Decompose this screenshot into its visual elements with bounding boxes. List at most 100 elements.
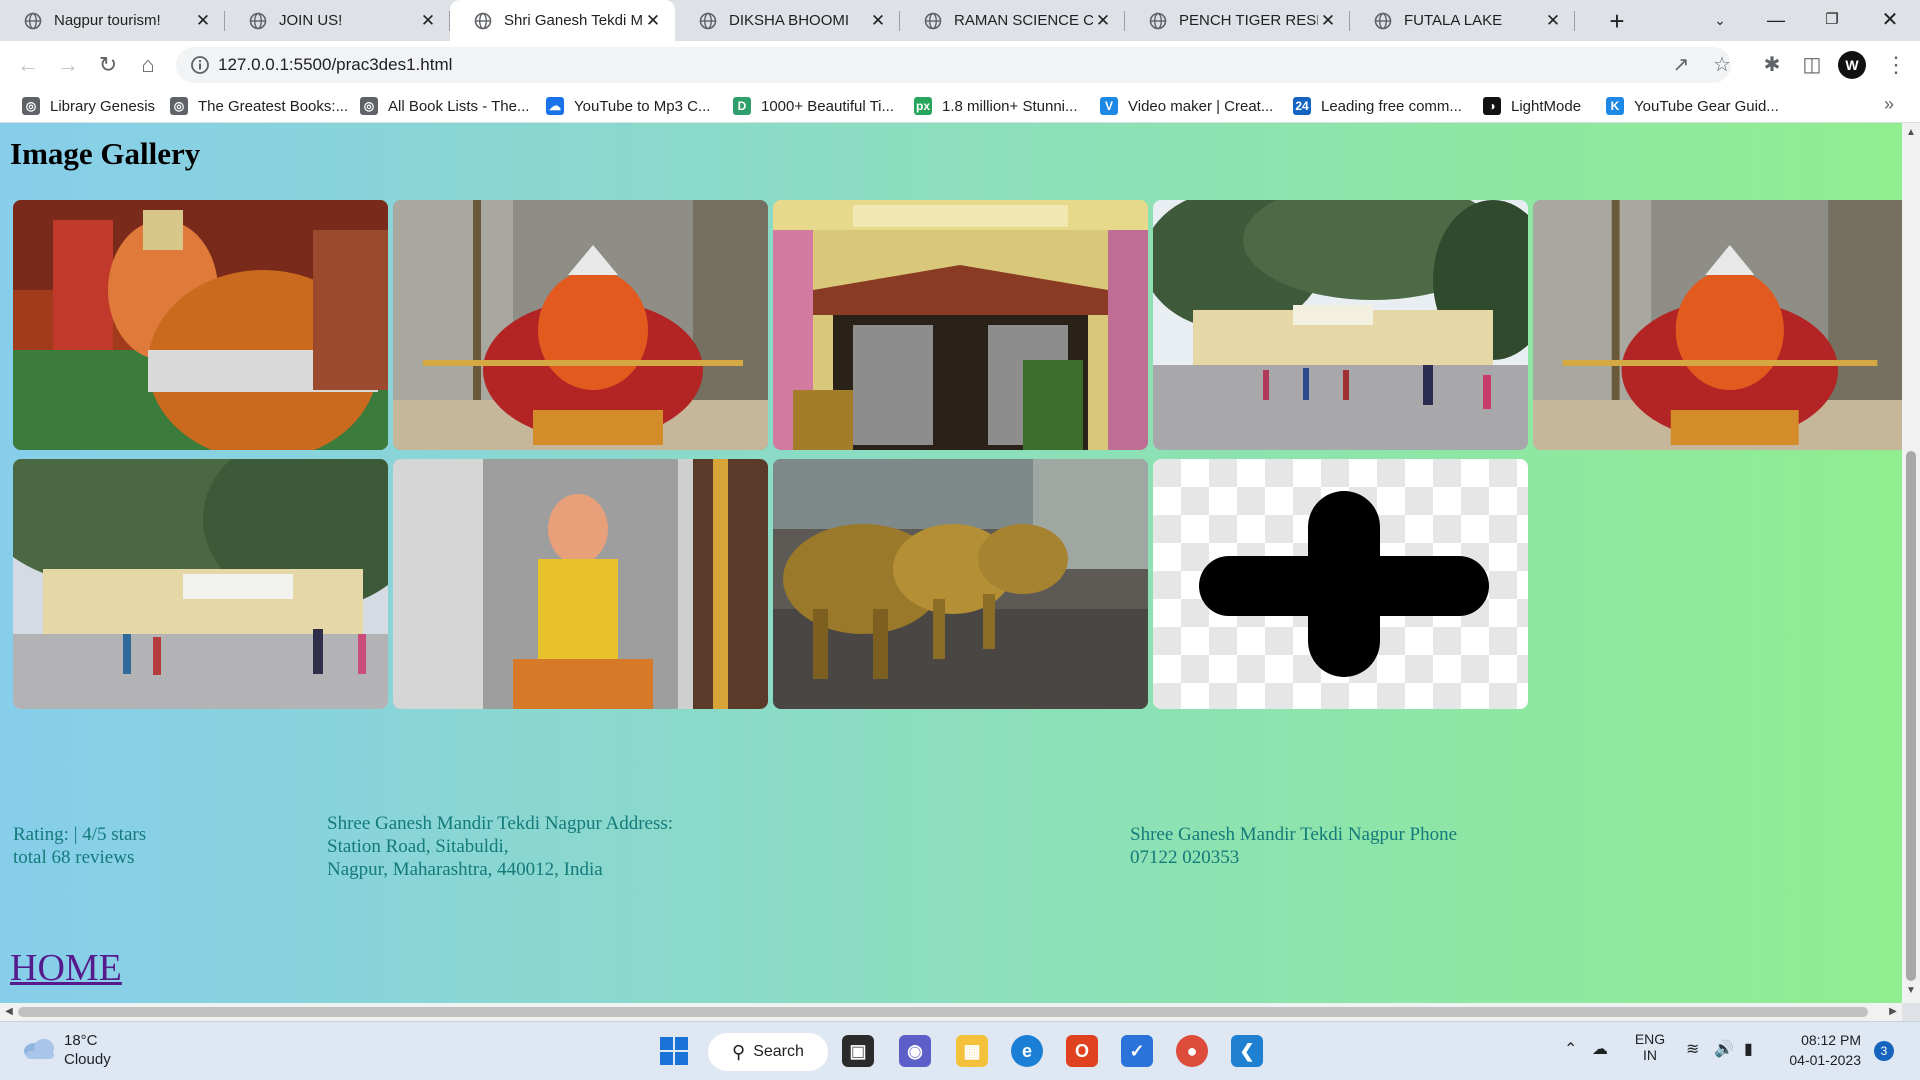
vertical-scrollbar[interactable]: ▲ ▼ (1902, 123, 1920, 1003)
tab-search-chevron-icon[interactable]: ⌄ (1692, 0, 1748, 41)
vertical-scroll-thumb[interactable] (1906, 451, 1916, 981)
tab-item[interactable]: JOIN US! ✕ (225, 0, 450, 41)
clock-date[interactable]: 04-01-2023 (1771, 1052, 1861, 1068)
weather-condition[interactable]: Cloudy (64, 1051, 111, 1068)
wifi-icon[interactable]: ≋ (1686, 1039, 1699, 1059)
office-icon[interactable]: O (1066, 1035, 1098, 1067)
bookmark-item[interactable]: V Video maker | Creat... (1100, 95, 1273, 117)
restore-button[interactable]: ❐ (1804, 0, 1860, 41)
bookmark-item[interactable]: ◎ Library Genesis (22, 95, 155, 117)
browser-toolbar: ← → ↻ ⌂ 127.0.0.1:5500/prac3des1.html ↗ … (0, 41, 1920, 89)
scroll-right-arrow-icon[interactable]: ▶ (1884, 1006, 1902, 1017)
tab-title: JOIN US! (279, 12, 343, 29)
globe-icon (1149, 12, 1167, 29)
volume-icon[interactable]: 🔊 (1714, 1039, 1734, 1059)
close-tab-icon[interactable]: ✕ (868, 11, 888, 31)
close-tab-icon[interactable]: ✕ (1093, 11, 1113, 31)
bookmark-item[interactable]: ☁ YouTube to Mp3 C... (546, 95, 710, 117)
scroll-left-arrow-icon[interactable]: ◀ (0, 1006, 18, 1017)
scroll-down-arrow-icon[interactable]: ▼ (1902, 985, 1920, 996)
bookmark-item[interactable]: ◎ The Greatest Books:... (170, 95, 348, 117)
close-tab-icon[interactable]: ✕ (643, 11, 663, 31)
horizontal-scroll-thumb[interactable] (18, 1007, 1868, 1017)
extensions-icon[interactable]: ✱ (1756, 49, 1788, 81)
gallery-image-add-image-placeholder[interactable] (1153, 459, 1528, 709)
teams-chat-icon[interactable]: ◉ (899, 1035, 931, 1067)
globe-icon: ◎ (22, 97, 40, 115)
onedrive-cloud-icon[interactable]: ☁ (1592, 1039, 1608, 1059)
language-indicator[interactable]: ENG IN (1632, 1031, 1668, 1063)
horizontal-scrollbar[interactable]: ◀ ▶ (0, 1003, 1902, 1021)
gallery-image-ganesh-idol-crowned[interactable] (393, 200, 768, 450)
forward-button[interactable]: → (52, 49, 84, 81)
d-logo-icon: D (733, 97, 751, 115)
new-tab-button[interactable]: + (1600, 4, 1634, 38)
site-info-icon[interactable] (190, 55, 210, 75)
address-bar[interactable]: 127.0.0.1:5500/prac3des1.html (176, 47, 1731, 83)
gallery-image-temple-courtyard[interactable] (1153, 200, 1528, 450)
tab-item[interactable]: PENCH TIGER RESERV✕ (1125, 0, 1350, 41)
close-window-button[interactable]: ✕ (1862, 0, 1918, 41)
gallery-image-temple-entrance[interactable] (773, 200, 1148, 450)
close-tab-icon[interactable]: ✕ (1318, 11, 1338, 31)
back-button[interactable]: ← (12, 49, 44, 81)
chrome-browser-icon[interactable]: ● (1176, 1035, 1208, 1067)
weather-temp[interactable]: 18°C (64, 1032, 98, 1049)
profile-avatar[interactable]: W (1838, 51, 1866, 79)
task-view-icon[interactable]: ▣ (842, 1035, 874, 1067)
home-link[interactable]: HOME (10, 946, 122, 990)
file-explorer-icon[interactable]: ▦ (956, 1035, 988, 1067)
bookmark-item[interactable]: ◑ LightMode (1483, 95, 1581, 117)
home-icon[interactable]: ⌂ (132, 49, 164, 81)
bookmarks-bar: ◎ Library Genesis ◎ The Greatest Books:... ◎… (0, 89, 1920, 123)
url-text[interactable]: 127.0.0.1:5500/prac3des1.html (218, 55, 452, 75)
scroll-up-arrow-icon[interactable]: ▲ (1902, 127, 1920, 138)
edge-browser-icon[interactable]: e (1011, 1035, 1043, 1067)
gallery-image-temple-courtyard-2[interactable] (13, 459, 388, 709)
phone-heading: Shree Ganesh Mandir Tekdi Nagpur Phone (1130, 824, 1458, 845)
bookmark-item[interactable]: ◎ All Book Lists - The... (360, 95, 529, 117)
minimize-button[interactable]: — (1748, 0, 1804, 41)
close-tab-icon[interactable]: ✕ (193, 11, 213, 31)
tab-strip: Nagpur tourism! ✕ JOIN US! ✕ Shri Ganesh Tek… (0, 0, 1920, 41)
cloud-icon[interactable] (22, 1036, 56, 1060)
tab-item[interactable]: Shri Ganesh Tekdi Ma ✕ (450, 0, 675, 41)
gallery-image-brass-elephants[interactable] (773, 459, 1148, 709)
gallery-image-ganesh-idol-pot[interactable] (13, 200, 388, 450)
windows-start-icon[interactable] (660, 1037, 688, 1065)
close-tab-icon[interactable]: ✕ (418, 11, 438, 31)
menu-icon[interactable]: ⋮ (1880, 49, 1912, 81)
bookmarks-overflow-icon[interactable]: » (1884, 94, 1894, 115)
reload-button[interactable]: ↻ (92, 49, 124, 81)
battery-icon[interactable]: ▮ (1744, 1039, 1753, 1059)
rating-text: Rating: | 4/5 stars (13, 824, 147, 845)
bookmark-label: LightMode (1511, 97, 1582, 115)
todo-check-icon[interactable]: ✓ (1121, 1035, 1153, 1067)
globe-icon (1374, 12, 1392, 29)
tab-title: RAMAN SCIENCE CEN (954, 12, 1093, 29)
globe-icon: ◎ (360, 97, 378, 115)
gallery-image-ganesh-idol-crowned-2[interactable] (1533, 200, 1902, 450)
vscode-icon[interactable]: ❮ (1231, 1035, 1263, 1067)
bookmark-star-icon[interactable]: ☆ (1706, 49, 1738, 81)
clock-time[interactable]: 08:12 PM (1771, 1032, 1861, 1048)
tab-item[interactable]: DIKSHA BHOOMI ✕ (675, 0, 900, 41)
bookmark-item[interactable]: D 1000+ Beautiful Ti... (733, 95, 894, 117)
tab-item[interactable]: Nagpur tourism! ✕ (0, 0, 225, 41)
tab-item[interactable]: RAMAN SCIENCE CEN✕ (900, 0, 1125, 41)
tray-overflow-chevron-icon[interactable]: ⌃ (1564, 1039, 1577, 1059)
tab-title: DIKSHA BHOOMI (729, 12, 850, 29)
bookmark-item[interactable]: K YouTube Gear Guid... (1606, 95, 1779, 117)
tab-title: PENCH TIGER RESERV (1179, 12, 1318, 29)
globe-icon (249, 12, 267, 29)
share-icon[interactable]: ↗ (1665, 49, 1697, 81)
gallery-image-silver-deity-shrine[interactable] (393, 459, 768, 709)
close-tab-icon[interactable]: ✕ (1543, 11, 1563, 31)
notification-badge[interactable]: 3 (1874, 1041, 1894, 1061)
tab-title: Nagpur tourism! (54, 12, 161, 29)
taskbar-search[interactable]: ⚲ Search (708, 1033, 828, 1071)
bookmark-item[interactable]: px 1.8 million+ Stunni... (914, 95, 1078, 117)
tab-item[interactable]: FUTALA LAKE ✕ (1350, 0, 1575, 41)
bookmark-item[interactable]: 24 Leading free comm... (1293, 95, 1462, 117)
side-panel-icon[interactable]: ◫ (1796, 49, 1828, 81)
